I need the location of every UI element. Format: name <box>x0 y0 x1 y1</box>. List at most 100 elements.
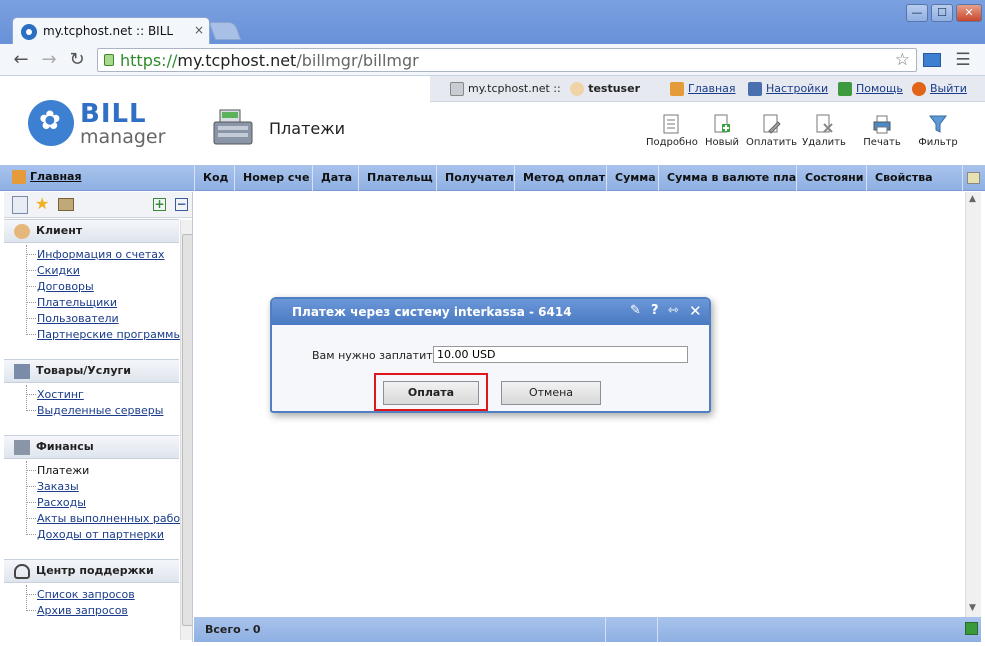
power-icon <box>912 82 926 96</box>
sidebar-item-contracts[interactable]: Договоры <box>37 280 94 293</box>
extension-icon[interactable] <box>921 49 943 71</box>
sidebar-scroll-thumb[interactable] <box>182 234 192 626</box>
scroll-up-icon[interactable]: ▲ <box>969 194 976 204</box>
home-icon <box>670 82 684 96</box>
sidebar-item-dedicated-servers[interactable]: Выделенные серверы <box>37 404 163 417</box>
window-close-button[interactable]: ✕ <box>956 4 982 22</box>
column-date[interactable]: Дата <box>312 165 358 191</box>
session-info: my.tcphost.net :: testuser <box>450 82 640 96</box>
new-tab-button[interactable] <box>208 22 242 40</box>
column-amount[interactable]: Сумма <box>606 165 658 191</box>
export-excel-icon[interactable] <box>965 622 978 635</box>
scroll-down-icon[interactable]: ▼ <box>969 603 976 613</box>
list-view-icon[interactable] <box>12 196 28 214</box>
column-code[interactable]: Код <box>194 165 234 191</box>
cancel-button[interactable]: Отмена <box>501 381 601 405</box>
sidebar-item-acts[interactable]: Акты выполненных работ <box>37 512 187 525</box>
document-pay-icon <box>763 114 781 134</box>
help-icon <box>838 82 852 96</box>
cart-icon <box>14 364 30 379</box>
filter-funnel-icon <box>929 115 947 133</box>
pay-button[interactable]: Оплата <box>383 381 479 405</box>
total-count: Всего - 0 <box>205 623 261 636</box>
expand-all-icon[interactable]: + <box>153 198 166 211</box>
nav-help[interactable]: Помощь <box>838 82 903 96</box>
tab-title: my.tcphost.net :: BILL <box>43 24 174 38</box>
section-products[interactable]: Товары/Услуги <box>4 359 179 383</box>
column-payer[interactable]: Плательщ <box>358 165 436 191</box>
section-client[interactable]: Клиент <box>4 219 179 243</box>
forward-arrow-icon[interactable]: → <box>38 49 60 71</box>
amount-field[interactable] <box>433 346 688 363</box>
sidebar-item-invoices-info[interactable]: Информация о счетах <box>37 248 165 261</box>
session-infobar: my.tcphost.net :: testuser Главная Настр… <box>430 76 985 102</box>
column-amount-currency[interactable]: Сумма в валюте пла <box>658 165 796 191</box>
home-icon <box>12 170 26 184</box>
sidebar-item-hosting[interactable]: Хостинг <box>37 388 84 401</box>
sidebar-item-discounts[interactable]: Скидки <box>37 264 80 277</box>
window-minimize-button[interactable]: — <box>906 4 928 22</box>
column-properties[interactable]: Свойства <box>866 165 962 191</box>
tab-close-icon[interactable]: × <box>194 23 204 37</box>
sidebar-item-tickets[interactable]: Список запросов <box>37 588 135 601</box>
monitor-icon <box>748 82 762 96</box>
cash-register-icon <box>213 109 253 145</box>
nav-home[interactable]: Главная <box>670 82 736 96</box>
nav-logout[interactable]: Выйти <box>912 82 967 96</box>
grid-footer: Всего - 0 <box>194 617 981 642</box>
grid-scrollbar[interactable]: ▲ ▼ <box>965 192 981 617</box>
document-list-icon <box>663 114 679 134</box>
column-settings-icon[interactable] <box>962 165 985 191</box>
sidebar-item-payers[interactable]: Плательщики <box>37 296 117 309</box>
sidebar-item-ticket-archive[interactable]: Архив запросов <box>37 604 128 617</box>
window-maximize-button[interactable]: ☐ <box>931 4 953 22</box>
logo-bill: BILL <box>80 99 147 129</box>
details-button[interactable]: Подробно <box>646 113 698 148</box>
column-recipient[interactable]: Получател <box>436 165 514 191</box>
nav-settings[interactable]: Настройки <box>748 82 828 96</box>
sidebar-scrollbar[interactable] <box>180 220 192 640</box>
document-add-icon <box>714 114 730 133</box>
section-support[interactable]: Центр поддержки <box>4 559 179 583</box>
resize-icon[interactable]: ⇿ <box>668 304 679 318</box>
filter-button[interactable]: Фильтр <box>918 113 958 148</box>
address-bar[interactable]: https://my.tcphost.net/billmgr/billmgr ☆ <box>97 48 917 72</box>
finance-register-icon <box>14 440 30 455</box>
document-delete-icon <box>816 114 833 133</box>
sidebar-item-users[interactable]: Пользователи <box>37 312 119 325</box>
sidebar-item-payments[interactable]: Платежи <box>37 464 89 477</box>
reload-icon[interactable]: ↻ <box>66 49 88 71</box>
briefcase-icon[interactable] <box>58 198 74 211</box>
sidebar: ★ + − Клиент Информация о счетах Скидки … <box>4 192 193 642</box>
print-button[interactable]: Печать <box>862 113 902 148</box>
column-invoice-number[interactable]: Номер сче <box>234 165 312 191</box>
delete-button[interactable]: Удалить <box>801 113 847 148</box>
favorites-star-icon[interactable]: ★ <box>35 194 49 213</box>
sidebar-item-orders[interactable]: Заказы <box>37 480 79 493</box>
sidebar-item-partner-income[interactable]: Доходы от партнерки <box>37 528 164 541</box>
dialog-header: Платеж через систему interkassa - 6414 ✎… <box>272 299 709 325</box>
browser-tab[interactable]: my.tcphost.net :: BILL × <box>12 17 210 44</box>
pin-icon[interactable]: ✎ <box>630 304 641 318</box>
headset-icon <box>14 564 30 579</box>
back-arrow-icon[interactable]: ← <box>10 49 32 71</box>
new-button[interactable]: Новый <box>703 113 741 148</box>
lock-icon <box>104 54 114 66</box>
pay-toolbar-button[interactable]: Оплатить <box>746 113 797 148</box>
close-icon[interactable]: ✕ <box>689 304 702 319</box>
sidebar-item-partner-programs[interactable]: Партнерские программы <box>37 328 182 341</box>
page-title: Платежи <box>269 119 346 138</box>
column-status[interactable]: Состояни <box>796 165 866 191</box>
help-icon[interactable]: ? <box>651 304 659 318</box>
collapse-all-icon[interactable]: − <box>175 198 188 211</box>
sidebar-home-link[interactable]: Главная <box>12 170 82 184</box>
section-finance[interactable]: Финансы <box>4 435 179 459</box>
bookmark-star-icon[interactable]: ☆ <box>895 50 910 70</box>
sidebar-toolbar: ★ + − <box>4 192 192 218</box>
menu-icon[interactable]: ☰ <box>952 49 974 71</box>
url-text: https://my.tcphost.net/billmgr/billmgr <box>120 51 419 70</box>
browser-toolbar: ← → ↻ https://my.tcphost.net/billmgr/bil… <box>0 44 985 76</box>
payment-dialog: Платеж через систему interkassa - 6414 ✎… <box>270 297 711 413</box>
column-payment-method[interactable]: Метод оплат <box>514 165 606 191</box>
sidebar-item-expenses[interactable]: Расходы <box>37 496 86 509</box>
